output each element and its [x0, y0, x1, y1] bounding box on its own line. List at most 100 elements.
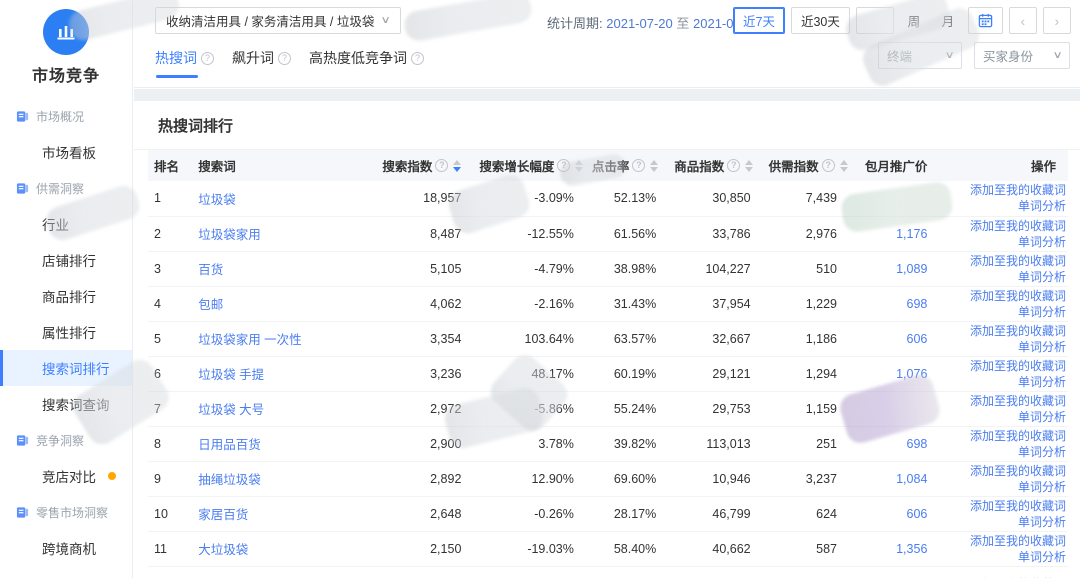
column-header[interactable]: 商品指数?	[668, 150, 762, 181]
add-to-favorites-link[interactable]: 添加至我的收藏词	[945, 288, 1066, 304]
sidebar-item[interactable]: 竞店对比	[0, 458, 132, 494]
word-analysis-link[interactable]: 单词分析	[945, 444, 1066, 460]
word-analysis-link[interactable]: 单词分析	[945, 198, 1066, 214]
help-icon[interactable]: ?	[557, 159, 570, 172]
help-icon[interactable]: ?	[632, 159, 645, 172]
hot-search-rank-panel: 热搜词排行 排名搜索词搜索指数?搜索增长幅度?点击率?商品指数?供需指数?包月推…	[134, 101, 1080, 578]
column-header: 排名	[148, 150, 192, 181]
sort-icon[interactable]	[650, 160, 658, 172]
sidebar-item[interactable]: 搜索词查询	[0, 386, 132, 422]
range-30d-button[interactable]: 近30天	[791, 7, 850, 34]
category-select[interactable]: 收纳清洁用具 / 家务清洁用具 / 垃圾袋 ∨	[155, 7, 401, 34]
column-label: 搜索词	[198, 156, 236, 175]
help-icon[interactable]: ?	[278, 52, 291, 65]
sidebar-item[interactable]: 搜索词排行	[0, 350, 132, 386]
column-header[interactable]: 搜索增长幅度?	[473, 150, 585, 181]
monthly-price-link[interactable]: 1,176	[896, 227, 927, 241]
word-analysis-link[interactable]: 单词分析	[945, 479, 1066, 495]
add-to-favorites-link[interactable]: 添加至我的收藏词	[945, 358, 1066, 374]
column-header[interactable]: 点击率?	[586, 150, 668, 181]
monthly-price-link[interactable]: 1,356	[896, 542, 927, 556]
add-to-favorites-link[interactable]: 添加至我的收藏词	[945, 218, 1066, 234]
product-index-cell: 40,662	[668, 531, 762, 566]
monthly-price-cell: 1,089	[849, 251, 939, 286]
range-hidden-button[interactable]	[856, 7, 894, 34]
tab-hot-search-words[interactable]: 热搜词 ?	[155, 48, 214, 82]
monthly-price-cell: 698	[849, 426, 939, 461]
word-analysis-link[interactable]: 单词分析	[945, 514, 1066, 530]
word-analysis-link[interactable]: 单词分析	[945, 304, 1066, 320]
range-month-button[interactable]: 月	[934, 7, 962, 34]
add-to-favorites-link[interactable]: 添加至我的收藏词	[945, 498, 1066, 514]
keyword-link[interactable]: 家居百货	[198, 508, 248, 522]
keyword-link[interactable]: 大垃圾袋	[198, 543, 248, 557]
sidebar-item[interactable]: 商品排行	[0, 278, 132, 314]
monthly-price-link[interactable]: 698	[907, 297, 928, 311]
keyword-link[interactable]: 垃圾袋 手提	[198, 368, 264, 382]
range-7d-button[interactable]: 近7天	[733, 7, 785, 34]
help-icon[interactable]: ?	[201, 52, 214, 65]
monthly-price-link[interactable]: 1,084	[896, 472, 927, 486]
prev-period-button[interactable]: ‹	[1009, 7, 1037, 34]
column-header[interactable]: 搜索指数?	[373, 150, 473, 181]
sort-icon[interactable]	[453, 160, 461, 172]
supply-index-cell: 1,159	[763, 391, 849, 426]
add-to-favorites-link[interactable]: 添加至我的收藏词	[945, 393, 1066, 409]
monthly-price-link[interactable]: 606	[907, 507, 928, 521]
growth-cell: -12.55%	[473, 216, 585, 251]
word-analysis-link[interactable]: 单词分析	[945, 339, 1066, 355]
column-header[interactable]: 供需指数?	[763, 150, 849, 181]
sidebar-item[interactable]: 跨境商机	[0, 530, 132, 566]
growth-cell: -0.26%	[473, 496, 585, 531]
keyword-link[interactable]: 垃圾袋家用	[198, 228, 261, 242]
keyword-link[interactable]: 垃圾袋家用 一次性	[198, 333, 301, 347]
word-analysis-link[interactable]: 单词分析	[945, 269, 1066, 285]
calendar-button[interactable]	[968, 7, 1003, 34]
help-icon[interactable]: ?	[727, 159, 740, 172]
sidebar-item[interactable]: 行业	[0, 206, 132, 242]
word-analysis-link[interactable]: 单词分析	[945, 374, 1066, 390]
monthly-price-link[interactable]: 606	[907, 332, 928, 346]
add-to-favorites-link[interactable]: 添加至我的收藏词	[945, 253, 1066, 269]
keyword-cell: 包邮	[192, 286, 373, 321]
add-to-favorites-link[interactable]: 添加至我的收藏词	[945, 463, 1066, 479]
word-analysis-link[interactable]: 单词分析	[945, 409, 1066, 425]
add-to-favorites-link[interactable]: 添加至我的收藏词	[945, 182, 1066, 198]
sort-icon[interactable]	[840, 160, 848, 172]
tab-rising-words[interactable]: 飙升词 ?	[232, 48, 291, 82]
growth-cell: 12.90%	[473, 461, 585, 496]
help-icon[interactable]: ?	[411, 52, 424, 65]
tab-high-heat-low-competition-words[interactable]: 高热度低竞争词 ?	[309, 48, 424, 82]
monthly-price-link[interactable]: 1,089	[896, 262, 927, 276]
monthly-price-link[interactable]: 698	[907, 437, 928, 451]
sidebar-item[interactable]: 属性排行	[0, 314, 132, 350]
next-period-button[interactable]: ›	[1043, 7, 1071, 34]
sidebar-item-label: 属性排行	[42, 322, 96, 342]
keyword-link[interactable]: 包邮	[198, 298, 223, 312]
chevron-down-icon: ∨	[381, 15, 391, 26]
buyer-identity-filter-select[interactable]: 买家身份 ∨	[974, 42, 1070, 69]
word-analysis-link[interactable]: 单词分析	[945, 234, 1066, 250]
keyword-link[interactable]: 垃圾袋	[198, 193, 236, 207]
monthly-price-link[interactable]: 1,076	[896, 367, 927, 381]
word-analysis-link[interactable]: 单词分析	[945, 549, 1066, 565]
keyword-link[interactable]: 垃圾袋 大号	[198, 403, 264, 417]
add-to-favorites-link[interactable]: 添加至我的收藏词	[945, 533, 1066, 549]
add-to-favorites-link[interactable]: 添加至我的收藏词	[945, 428, 1066, 444]
help-icon[interactable]: ?	[822, 159, 835, 172]
terminal-filter-select[interactable]: 终端 ∨	[878, 42, 962, 69]
sidebar-item[interactable]: 市场看板	[0, 134, 132, 170]
help-icon[interactable]: ?	[435, 159, 448, 172]
sort-icon[interactable]	[575, 160, 583, 172]
search-index-cell: 2,972	[373, 391, 473, 426]
range-week-button[interactable]: 周	[900, 7, 928, 34]
keyword-link[interactable]: 百货	[198, 263, 223, 277]
keyword-link[interactable]: 日用品百货	[198, 438, 261, 452]
sort-icon[interactable]	[745, 160, 753, 172]
sidebar-section-header: 竞争洞察	[0, 422, 132, 458]
keyword-link[interactable]: 抽绳垃圾袋	[198, 473, 261, 487]
sidebar-item[interactable]: 店铺排行	[0, 242, 132, 278]
table-row: 11大垃圾袋2,150-19.03%58.40%40,6625871,356添加…	[148, 531, 1068, 566]
sidebar-item-label: 商品排行	[42, 286, 96, 306]
add-to-favorites-link[interactable]: 添加至我的收藏词	[945, 323, 1066, 339]
